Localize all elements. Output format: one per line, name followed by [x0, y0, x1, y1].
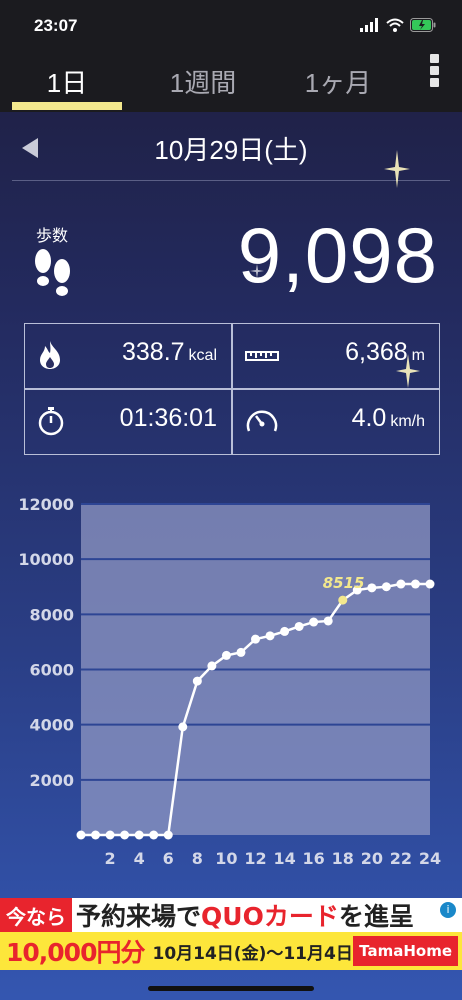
hourly-steps-chart: 200040006000800010000120002 4 6 8 10 12 14 16 18… — [18, 495, 441, 868]
speed-cell: 4.0 km/h — [233, 390, 439, 454]
tab-month[interactable]: 1ヶ月 — [283, 50, 393, 112]
menu-dot-icon — [429, 78, 439, 87]
y-tick-label: 12000 — [18, 495, 74, 514]
x-tick-label: 10 — [215, 849, 237, 868]
y-tick-label: 4000 — [29, 716, 74, 735]
data-point — [149, 830, 159, 840]
active-tab-indicator — [12, 102, 122, 110]
highlight-value-label: 8515 — [323, 574, 365, 592]
x-tick-label: 2 — [105, 849, 116, 868]
signal-icon — [360, 18, 378, 32]
data-point — [91, 830, 101, 840]
menu-dot-icon — [429, 54, 439, 63]
data-point — [251, 634, 260, 644]
data-point — [367, 583, 377, 593]
steps-label: 歩数 — [36, 226, 69, 245]
home-indicator[interactable] — [148, 986, 314, 991]
data-point — [323, 616, 333, 626]
status-bar: 23:07 — [0, 0, 462, 50]
data-point — [236, 647, 246, 657]
ad-amount: 10,000円分 — [6, 938, 145, 967]
data-point — [265, 631, 275, 641]
y-tick-label: 2000 — [29, 771, 74, 790]
stats-grid: 338.7 kcal 6,368 m 01:36:01 4.0 km/h — [24, 323, 440, 455]
calories-cell: 338.7 kcal — [25, 324, 231, 388]
sparkle-icon — [384, 150, 410, 188]
stopwatch-icon — [38, 407, 64, 436]
x-tick-label: 12 — [244, 849, 266, 868]
calories-value: 338.7 — [121, 338, 185, 366]
wifi-icon — [386, 18, 404, 32]
data-point — [338, 595, 348, 605]
battery-icon — [410, 18, 436, 32]
ad-title-highlight: QUOカード — [201, 902, 339, 931]
data-point — [410, 579, 420, 589]
data-point — [105, 830, 115, 840]
ad-top-row: 今なら 予約来場でQUOカードを進呈 i — [0, 898, 462, 932]
data-point — [381, 582, 391, 592]
ad-title-part2: を進呈 — [338, 902, 414, 931]
data-point — [192, 676, 202, 686]
menu-dot-icon — [429, 66, 439, 75]
y-tick-label: 6000 — [29, 661, 74, 680]
speed-unit: km/h — [390, 413, 425, 430]
data-point — [425, 579, 435, 589]
x-tick-label: 4 — [134, 849, 145, 868]
x-tick-label: 8 — [192, 849, 203, 868]
data-point — [309, 617, 319, 627]
ruler-icon — [245, 351, 279, 361]
x-tick-label: 14 — [273, 849, 295, 868]
data-point — [280, 626, 290, 636]
data-point — [120, 830, 130, 840]
duration-cell: 01:36:01 — [25, 390, 231, 454]
data-point — [221, 650, 231, 660]
tab-week[interactable]: 1週間 — [148, 50, 258, 112]
speed-readout: 4.0 km/h — [352, 404, 425, 433]
x-tick-label: 16 — [303, 849, 325, 868]
ad-title: 予約来場でQUOカードを進呈 — [76, 897, 414, 933]
x-tick-label: 22 — [390, 849, 412, 868]
data-point — [76, 830, 86, 840]
ad-bottom-row: 10,000円分 10月14日(金)〜11月4日(金) TamaHome — [0, 932, 462, 970]
calories-readout: 338.7 kcal — [122, 338, 217, 367]
speed-value: 4.0 — [351, 404, 387, 432]
footprints-icon — [35, 249, 70, 296]
status-icons — [360, 18, 436, 32]
x-tick-label: 6 — [163, 849, 174, 868]
data-point — [134, 830, 144, 840]
step-count: 9,098 — [237, 211, 438, 299]
data-point — [163, 830, 173, 840]
data-point — [207, 661, 217, 671]
flame-icon — [40, 341, 60, 369]
x-tick-label: 18 — [332, 849, 354, 868]
y-tick-label: 8000 — [29, 605, 74, 624]
y-tick-label: 10000 — [18, 550, 74, 569]
ad-title-part1: 予約来場で — [76, 902, 202, 931]
ad-badge: 今なら — [0, 898, 72, 932]
more-menu-button[interactable] — [424, 52, 444, 92]
ad-brand-logo: TamaHome — [353, 936, 458, 966]
ad-banner[interactable]: 今なら 予約来場でQUOカードを進呈 i 10,000円分 10月14日(金)〜… — [0, 898, 462, 970]
x-tick-label: 20 — [361, 849, 383, 868]
speedometer-icon — [246, 410, 278, 432]
data-point — [178, 722, 188, 732]
x-tick-label: 24 — [419, 849, 441, 868]
ad-info-icon[interactable]: i — [440, 902, 456, 918]
calories-unit: kcal — [188, 347, 217, 364]
data-point — [294, 621, 304, 631]
ad-period: 10月14日(金)〜11月4日(金) — [152, 943, 386, 964]
status-time: 23:07 — [34, 16, 78, 35]
sparkle-icon — [396, 354, 420, 388]
data-point — [396, 579, 406, 589]
sparkle-icon — [250, 264, 264, 278]
duration-value: 01:36:01 — [119, 404, 217, 432]
